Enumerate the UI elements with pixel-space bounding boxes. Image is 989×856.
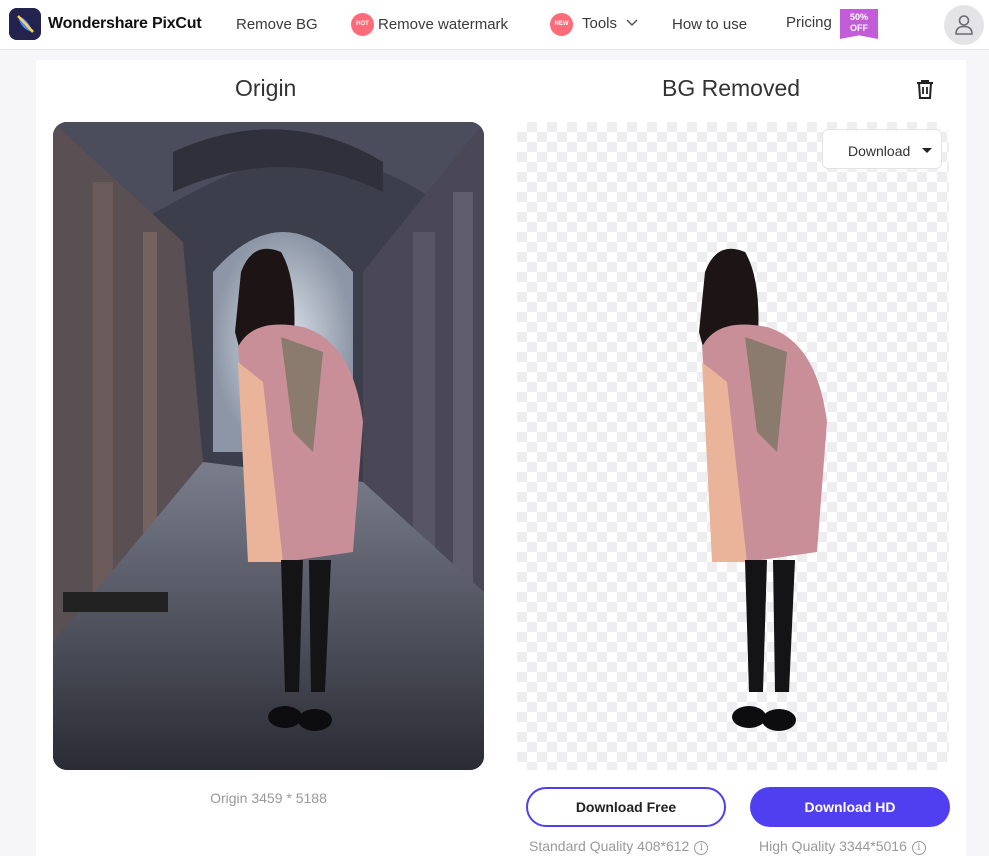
high-quality-text: High Quality 3344*5016 xyxy=(759,838,907,854)
standard-quality-text: Standard Quality 408*612 xyxy=(529,838,690,854)
cutout-illustration xyxy=(699,248,827,731)
standard-quality-info: Standard Quality 408*612 i xyxy=(529,838,709,855)
nav-remove-watermark[interactable]: Remove watermark xyxy=(378,16,508,33)
high-quality-info: High Quality 3344*5016 i xyxy=(759,838,926,855)
original-photo xyxy=(53,122,484,770)
trash-icon[interactable] xyxy=(914,78,936,100)
pixcut-logo-icon[interactable] xyxy=(9,8,41,40)
nav-tools[interactable]: Tools xyxy=(582,15,617,32)
sale-badge: 50% OFF xyxy=(840,9,878,39)
download-dropdown[interactable]: Download xyxy=(822,129,942,169)
nav-pricing[interactable]: Pricing xyxy=(786,14,832,31)
sale-badge-percent: 50% xyxy=(849,12,868,22)
sale-badge-off: OFF xyxy=(850,23,868,33)
brand-name[interactable]: Wondershare PixCut xyxy=(48,15,202,33)
origin-title: Origin xyxy=(235,75,297,101)
download-hd-button[interactable]: Download HD xyxy=(750,787,950,827)
hot-badge: HOT xyxy=(351,13,374,36)
bg-removed-preview xyxy=(517,122,949,770)
nav-remove-bg[interactable]: Remove BG xyxy=(236,16,318,33)
caret-down-icon xyxy=(922,148,932,153)
chevron-down-icon[interactable] xyxy=(626,18,638,28)
user-avatar[interactable] xyxy=(944,5,984,45)
download-free-button[interactable]: Download Free xyxy=(526,787,726,827)
photo-illustration xyxy=(53,122,484,770)
origin-dimensions: Origin 3459 * 5188 xyxy=(210,790,327,806)
info-icon[interactable]: i xyxy=(694,841,709,855)
bg-removed-title: BG Removed xyxy=(662,75,801,101)
user-icon xyxy=(955,15,973,35)
download-dropdown-label: Download xyxy=(848,143,911,159)
info-icon[interactable]: i xyxy=(911,841,926,855)
new-badge: NEW xyxy=(550,13,573,36)
nav-how-to-use[interactable]: How to use xyxy=(672,16,747,33)
top-nav: Wondershare PixCut Remove BG HOT Remove … xyxy=(0,0,989,50)
